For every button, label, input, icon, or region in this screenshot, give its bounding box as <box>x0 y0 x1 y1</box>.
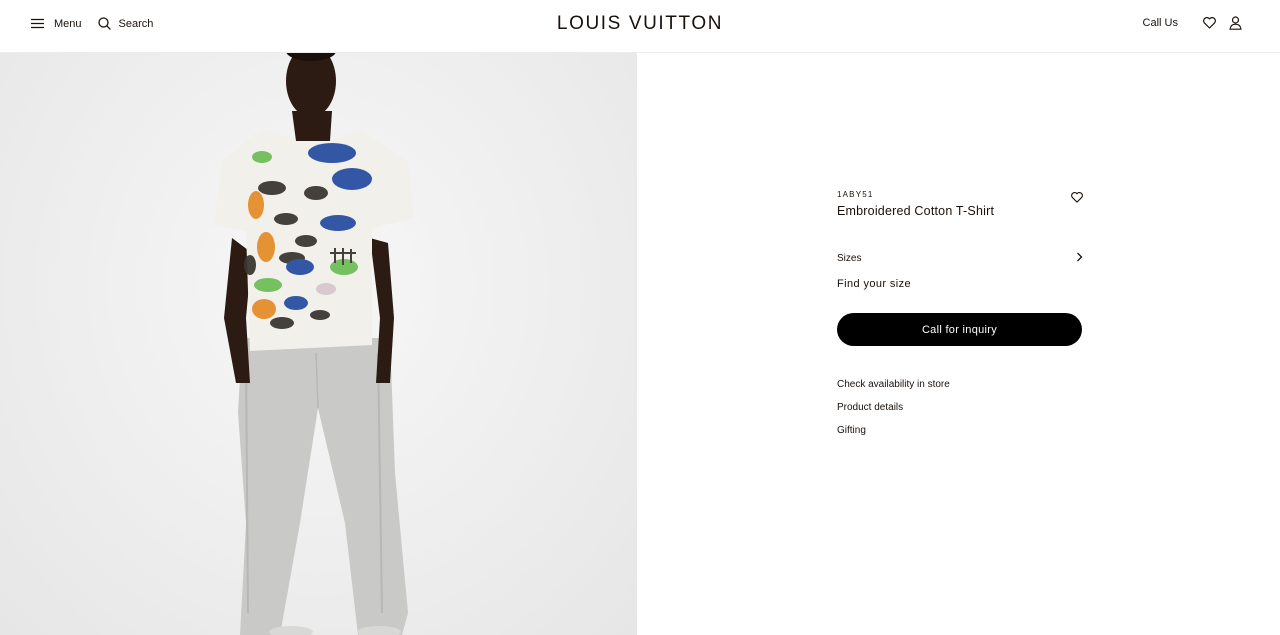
menu-label: Menu <box>54 17 82 30</box>
product-sku: 1ABY51 <box>837 190 874 199</box>
search-button[interactable]: Search <box>97 17 154 30</box>
model-illustration <box>214 53 414 635</box>
header-right: Call Us <box>1143 16 1242 30</box>
wishlist-icon[interactable] <box>1203 17 1216 29</box>
hamburger-icon <box>31 18 44 29</box>
product-info-panel: 1ABY51 Embroidered Cotton T-Shirt Sizes … <box>837 190 1083 448</box>
sizes-label: Sizes <box>837 253 862 264</box>
search-label: Search <box>118 17 154 30</box>
check-availability-link[interactable]: Check availability in store <box>837 379 1083 390</box>
product-details-link[interactable]: Product details <box>837 402 1083 413</box>
header-left: Menu Search <box>31 17 153 30</box>
gifting-link[interactable]: Gifting <box>837 425 1083 436</box>
product-image[interactable] <box>0 53 637 635</box>
sizes-selector[interactable]: Sizes <box>837 252 1083 265</box>
product-links: Check availability in store Product deta… <box>837 379 1083 436</box>
find-your-size-link[interactable]: Find your size <box>837 278 1083 290</box>
menu-button[interactable]: Menu <box>31 18 82 30</box>
search-icon <box>97 17 111 30</box>
call-for-inquiry-button[interactable]: Call for inquiry <box>837 313 1082 346</box>
product-title: Embroidered Cotton T-Shirt <box>837 204 995 218</box>
chevron-right-icon <box>1076 252 1083 265</box>
account-icon[interactable] <box>1229 16 1242 30</box>
add-to-wishlist-heart-icon[interactable] <box>1071 190 1083 208</box>
site-header: Menu Search LOUIS VUITTON Call Us <box>0 0 1280 53</box>
brand-logo[interactable]: LOUIS VUITTON <box>540 13 740 35</box>
call-us-link[interactable]: Call Us <box>1143 17 1178 29</box>
